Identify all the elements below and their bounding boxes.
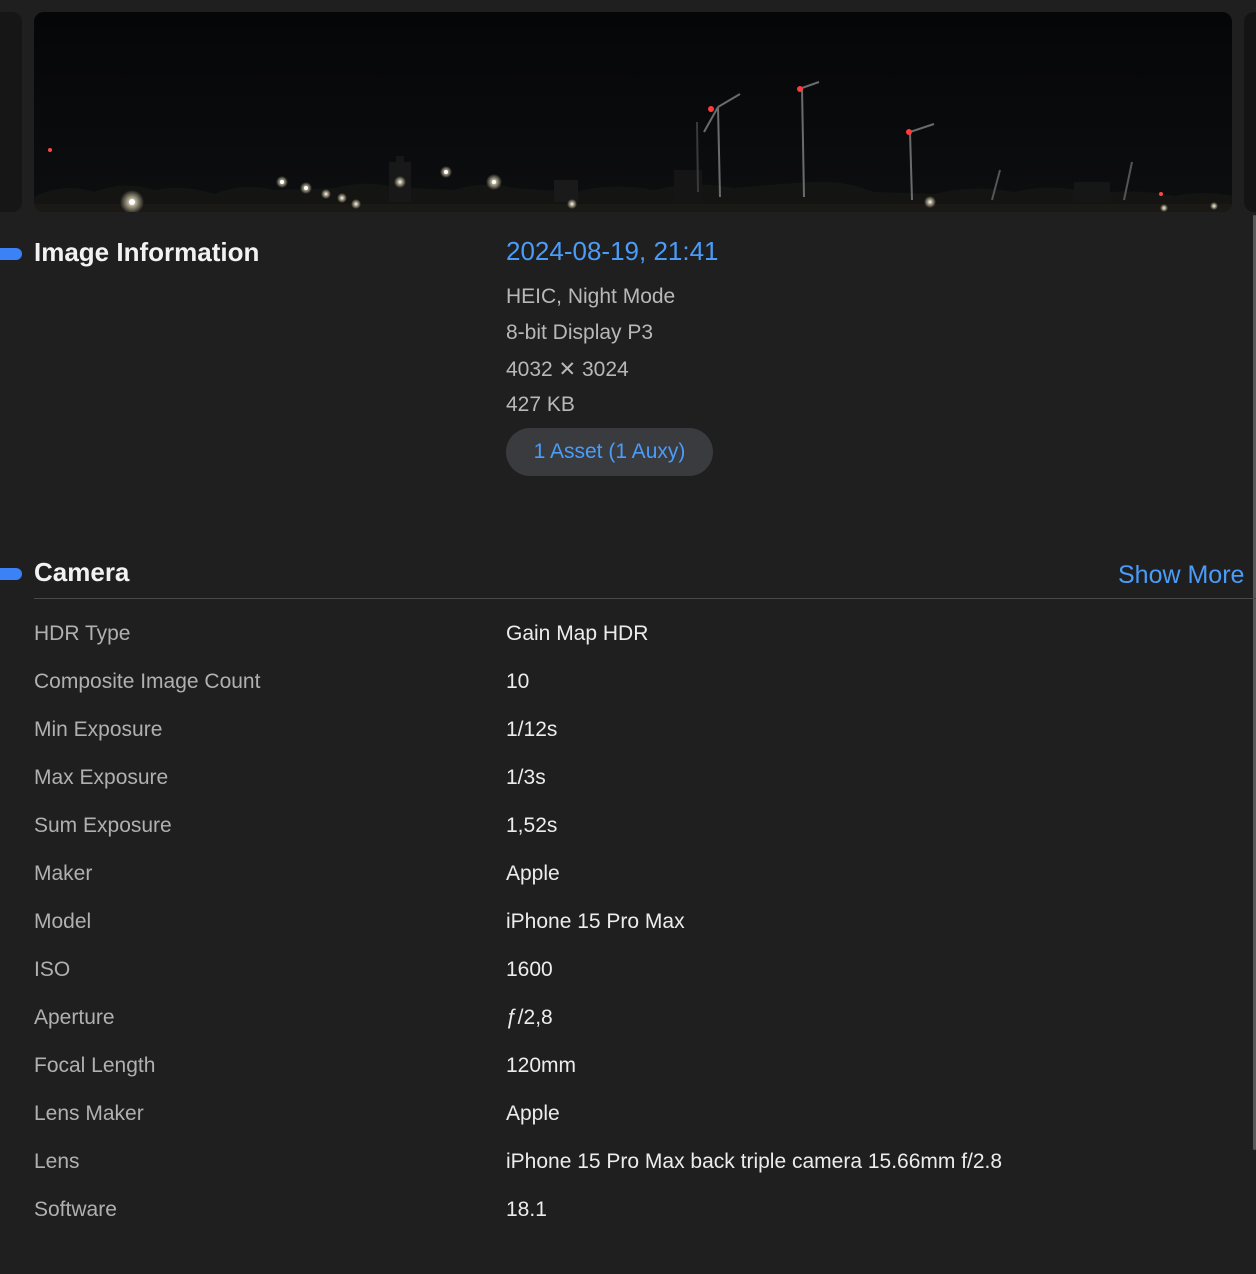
table-row: Composite Image Count 10 xyxy=(0,658,1256,706)
property-value: 120mm xyxy=(506,1054,577,1077)
section-marker xyxy=(0,568,22,580)
previous-image-thumbnail[interactable] xyxy=(0,12,22,212)
property-label: Model xyxy=(34,910,92,933)
property-label: Sum Exposure xyxy=(34,814,172,837)
divider xyxy=(34,598,1256,599)
property-label: HDR Type xyxy=(34,622,131,645)
property-label: Max Exposure xyxy=(34,766,169,789)
table-row: Lens Maker Apple xyxy=(0,1090,1256,1138)
image-inspector: Image Information 2024-08-19, 21:41 HEIC… xyxy=(0,0,1256,1274)
night-skyline-image xyxy=(34,12,1232,212)
property-label: Maker xyxy=(34,862,93,885)
property-value: 1600 xyxy=(506,958,553,981)
table-row: HDR Type Gain Map HDR xyxy=(0,610,1256,658)
property-value: Apple xyxy=(506,862,560,885)
property-value: Apple xyxy=(506,1102,560,1125)
table-row: Aperture ƒ/2,8 xyxy=(0,994,1256,1042)
property-label: Composite Image Count xyxy=(34,670,261,693)
show-more-button[interactable]: Show More xyxy=(1118,561,1244,590)
property-value: 1/12s xyxy=(506,718,558,741)
table-row: Software 18.1 xyxy=(0,1186,1256,1234)
property-value: 18.1 xyxy=(506,1198,547,1221)
table-row: Max Exposure 1/3s xyxy=(0,754,1256,802)
table-row: Maker Apple xyxy=(0,850,1256,898)
camera-heading: Camera xyxy=(34,557,130,587)
camera-properties-list: HDR Type Gain Map HDR Composite Image Coun… xyxy=(0,610,1256,1234)
photo-preview[interactable] xyxy=(34,12,1232,212)
property-value: 10 xyxy=(506,670,530,693)
property-value: Gain Map HDR xyxy=(506,622,649,645)
property-value: ƒ/2,8 xyxy=(506,1006,553,1029)
table-row: Model iPhone 15 Pro Max xyxy=(0,898,1256,946)
table-row: ISO 1600 xyxy=(0,946,1256,994)
property-label: Aperture xyxy=(34,1006,115,1029)
color-profile-info: 8-bit Display P3 xyxy=(506,321,654,344)
property-label: Focal Length xyxy=(34,1054,156,1077)
table-row: Focal Length 120mm xyxy=(0,1042,1256,1090)
property-label: Min Exposure xyxy=(34,718,163,741)
property-value: 1/3s xyxy=(506,766,546,789)
table-row: Sum Exposure 1,52s xyxy=(0,802,1256,850)
property-label: ISO xyxy=(34,958,71,981)
property-label: Software xyxy=(34,1198,117,1221)
capture-date-link[interactable]: 2024-08-19, 21:41 xyxy=(506,236,719,267)
property-value: iPhone 15 Pro Max back triple camera 15.… xyxy=(506,1150,1003,1173)
property-label: Lens Maker xyxy=(34,1102,144,1125)
table-row: Min Exposure 1/12s xyxy=(0,706,1256,754)
next-image-thumbnail[interactable] xyxy=(1244,12,1256,212)
property-value: 1,52s xyxy=(506,814,558,837)
property-label: Lens xyxy=(34,1150,80,1173)
property-value: iPhone 15 Pro Max xyxy=(506,910,685,933)
section-marker xyxy=(0,248,22,260)
dimensions-info: 4032 ✕ 3024 xyxy=(506,358,629,381)
file-size-info: 427 KB xyxy=(506,393,575,416)
format-info: HEIC, Night Mode xyxy=(506,285,676,308)
asset-button[interactable]: 1 Asset (1 Auxy) xyxy=(506,428,713,476)
image-information-heading: Image Information xyxy=(34,237,260,267)
table-row: Lens iPhone 15 Pro Max back triple camera… xyxy=(0,1138,1256,1186)
